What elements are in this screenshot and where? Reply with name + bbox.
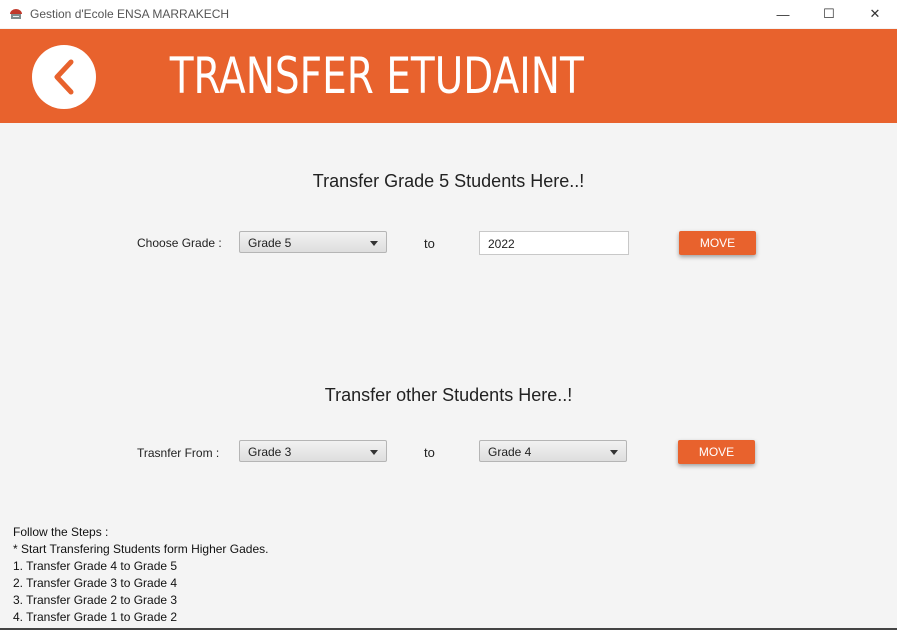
dropdown-arrow-icon: [370, 450, 378, 455]
to-grade-select[interactable]: Grade 4: [479, 440, 627, 462]
dropdown-arrow-icon: [610, 450, 618, 455]
header-banner: TRANSFER ETUDAINT: [0, 29, 897, 123]
steps-instructions: Follow the Steps : * Start Transfering S…: [13, 524, 268, 626]
section2-title: Transfer other Students Here..!: [324, 385, 573, 405]
dropdown-arrow-icon: [370, 241, 378, 246]
move-button-other[interactable]: MOVE: [678, 440, 755, 464]
page-title: TRANSFER ETUDAINT: [169, 47, 584, 105]
steps-line: * Start Transfering Students form Higher…: [13, 542, 269, 556]
year-input[interactable]: 2022: [479, 231, 629, 255]
from-grade-value: Grade 3: [248, 445, 292, 459]
steps-line: 3. Transfer Grade 2 to Grade 3: [13, 593, 178, 607]
maximize-button[interactable]: ☐: [806, 0, 852, 28]
window-titlebar: Gestion d'Ecole ENSA MARRAKECH — ☐ ✕: [0, 0, 897, 28]
steps-line: 4. Transfer Grade 1 to Grade 2: [13, 610, 178, 624]
steps-line: 2. Transfer Grade 3 to Grade 4: [13, 576, 178, 590]
move-button-grade5[interactable]: MOVE: [679, 231, 756, 255]
app-logo-icon: [10, 9, 22, 19]
section1-title: Transfer Grade 5 Students Here..!: [312, 171, 585, 191]
from-grade-select[interactable]: Grade 3: [239, 440, 387, 462]
grade-select[interactable]: Grade 5: [239, 231, 387, 253]
to-label-2: to: [424, 445, 435, 460]
to-label: to: [424, 236, 435, 251]
steps-line: 1. Transfer Grade 4 to Grade 5: [13, 559, 178, 573]
choose-grade-label: Choose Grade :: [137, 236, 222, 250]
year-input-value: 2022: [488, 237, 515, 251]
steps-line: Follow the Steps :: [13, 525, 109, 539]
to-grade-value: Grade 4: [488, 445, 532, 459]
window-title: Gestion d'Ecole ENSA MARRAKECH: [30, 7, 230, 21]
transfer-from-label: Trasnfer From :: [137, 446, 220, 460]
grade-select-value: Grade 5: [248, 236, 292, 250]
minimize-button[interactable]: —: [760, 0, 806, 28]
close-button[interactable]: ✕: [852, 0, 897, 28]
